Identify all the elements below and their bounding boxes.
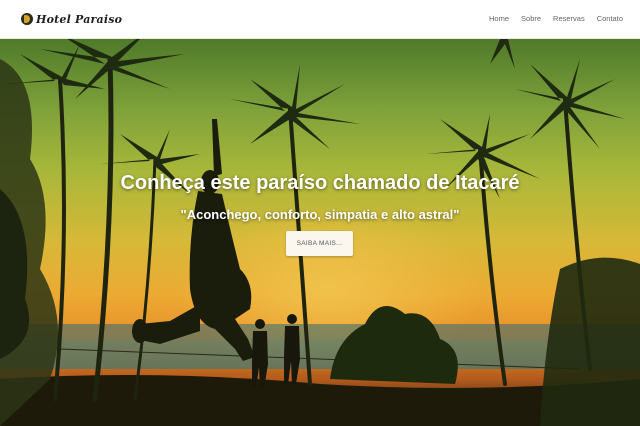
hero-subtitle: "Aconchego, conforto, simpatia e alto as… — [180, 207, 460, 222]
hero-banner: Conheça este paraíso chamado de Itacaré … — [0, 39, 640, 426]
hero-title: Conheça este paraíso chamado de Itacaré — [120, 172, 520, 194]
hotel-logo-icon — [21, 13, 33, 25]
nav-item-sobre[interactable]: Sobre — [521, 14, 541, 23]
brand-logo[interactable]: Hotel Paraiso — [21, 10, 122, 28]
main-nav: Home Sobre Reservas Contato — [489, 14, 623, 23]
brand-name: Hotel Paraiso — [36, 12, 123, 26]
nav-item-home[interactable]: Home — [489, 14, 509, 23]
hero-content: Conheça este paraíso chamado de Itacaré … — [0, 39, 640, 426]
navbar: Hotel Paraiso Home Sobre Reservas Contat… — [0, 0, 640, 39]
nav-item-reservas[interactable]: Reservas — [553, 14, 585, 23]
saiba-mais-button[interactable]: SAIBA MAIS... — [286, 231, 353, 256]
nav-item-contato[interactable]: Contato — [597, 14, 623, 23]
